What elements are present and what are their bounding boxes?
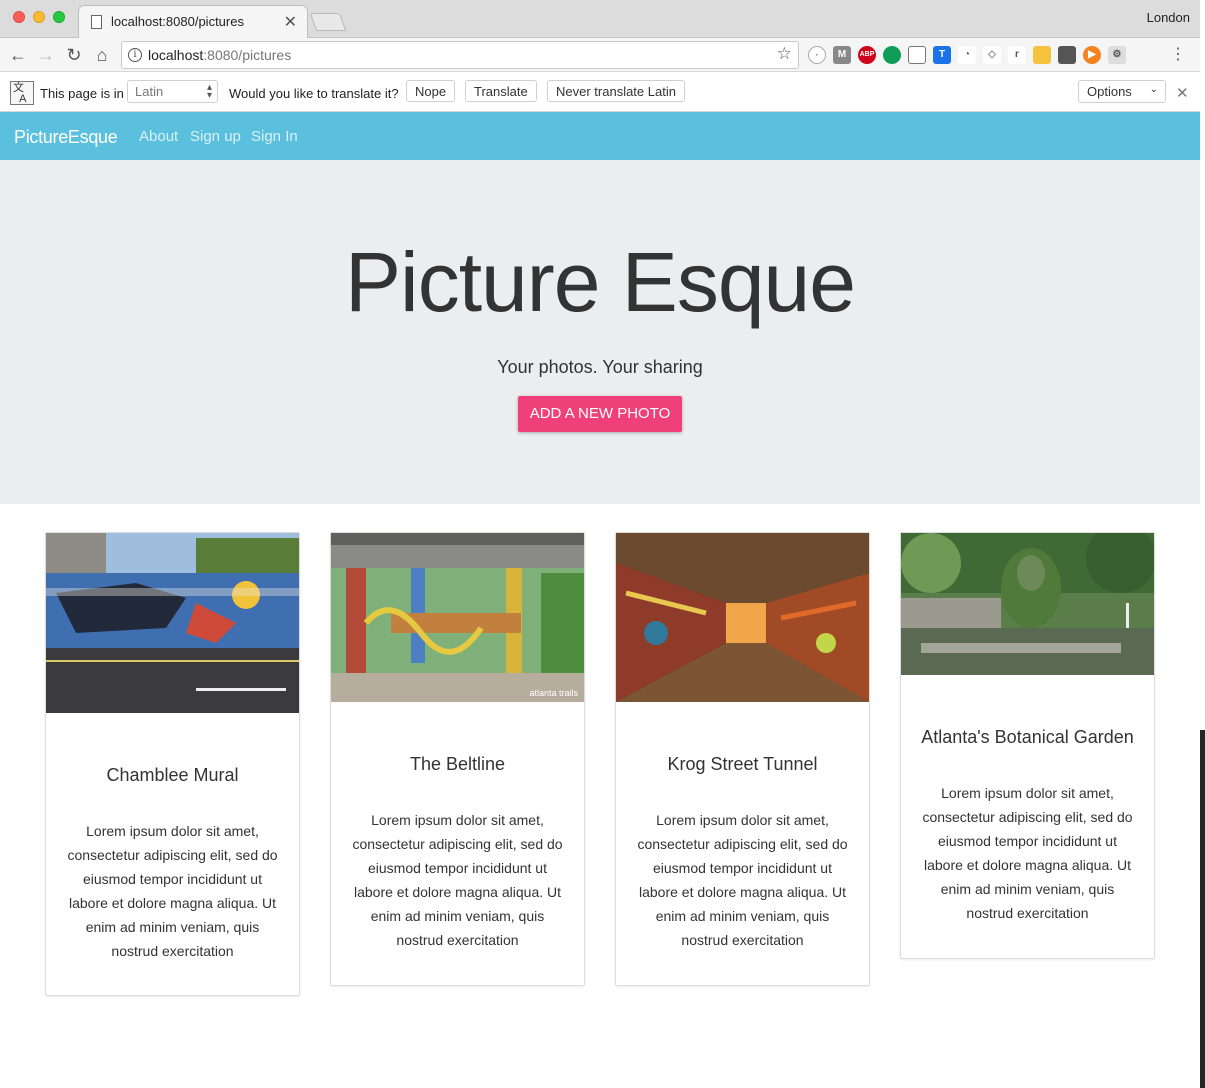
extension-icon[interactable]: · [808,46,826,64]
never-translate-button[interactable]: Never translate Latin [547,80,685,102]
hero-subtitle: Your photos. Your sharing [497,357,703,377]
nope-button[interactable]: Nope [406,80,456,102]
dropbox-icon[interactable]: ◇ [983,46,1001,64]
extensions-area: · M ABP T ◔ ◇ r ▶ ⚙ [808,45,1126,65]
chevron-down-icon: ⌄ [1149,84,1158,95]
translate-icon: 文 A [10,81,34,105]
hangouts-icon[interactable] [883,46,901,64]
home-icon[interactable]: ⌂ [90,43,114,67]
card-title: The Beltline [409,754,506,774]
close-translate-bar-icon[interactable]: ✕ [1176,84,1189,102]
translate-options-select[interactable]: Options ⌄ [1078,80,1166,103]
image-caption: atlanta trails [529,688,578,698]
translate-button[interactable]: Translate [465,80,537,102]
extension-gear-icon[interactable]: ⚙ [1108,46,1126,64]
card-title: Krog Street Tunnel [667,754,818,774]
translate-question: Would you like to translate it? [229,86,399,101]
photo-card: Krog Street Tunnel Lorem ipsum dolor sit… [615,532,870,986]
card-text: Lorem ipsum dolor sit amet, consectetur … [922,785,1133,921]
card-title: Chamblee Mural [106,765,239,785]
card-title: Atlanta's Botanical Garden [921,727,1134,747]
window-minimize-button[interactable] [33,11,45,23]
extension-t-icon[interactable]: T [933,46,951,64]
language-select[interactable]: Latin ▴ ▾ [127,80,218,103]
bookmark-star-icon[interactable]: ☆ [777,44,792,64]
profile-name[interactable]: London [1147,10,1190,25]
back-icon[interactable]: ← [6,43,30,67]
tab-strip: localhost:8080/pictures ✕ London [0,0,1200,39]
nav-sign-in[interactable]: Sign In [251,128,298,145]
select-arrows-icon: ▴ ▾ [206,82,212,101]
hero-title: Picture Esque [345,235,856,329]
address-bar[interactable]: i localhost:8080/pictures ☆ [121,41,799,69]
photo-card: Chamblee Mural Lorem ipsum dolor sit ame… [45,532,300,996]
url-text: localhost:8080/pictures [148,47,292,63]
add-new-photo-button[interactable]: ADD A NEW PHOTO [518,396,682,432]
translate-bar: 文 A This page is in Latin ▴ ▾ Would you l… [0,73,1200,112]
play-icon[interactable]: ▶ [1083,46,1101,64]
close-tab-icon[interactable]: ✕ [284,12,297,32]
extension-yellow-icon[interactable] [1033,46,1051,64]
card-image[interactable] [46,533,299,713]
new-tab-button[interactable] [309,13,347,31]
site-navbar: PictureEsque About Sign up Sign In [0,112,1200,160]
browser-tab[interactable]: localhost:8080/pictures ✕ [78,5,308,39]
card-text: Lorem ipsum dolor sit amet, consectetur … [67,823,278,959]
photo-card: Atlanta's Botanical Garden Lorem ipsum d… [900,532,1155,959]
devtools-edge [1200,0,1205,1088]
photo-card: atlanta trails The Beltline Lorem ipsum … [330,532,585,986]
gmail-icon[interactable]: M [833,46,851,64]
translate-label: This page is in [40,86,124,101]
reload-icon[interactable]: ↻ [62,43,86,67]
extension-dark-icon[interactable] [1058,46,1076,64]
window-close-button[interactable] [13,11,25,23]
window-maximize-button[interactable] [53,11,65,23]
hero-section: Picture Esque Your photos. Your sharing … [0,160,1200,504]
tab-title: localhost:8080/pictures [111,14,244,29]
speed-icon[interactable]: ◔ [958,46,976,64]
card-image[interactable] [901,533,1154,675]
extension-r-icon[interactable]: r [1008,46,1026,64]
card-text: Lorem ipsum dolor sit amet, consectetur … [637,812,848,948]
forward-icon[interactable]: → [34,43,58,67]
browser-toolbar: ← → ↻ ⌂ i localhost:8080/pictures ☆ · M … [0,38,1200,72]
card-image[interactable] [616,533,869,702]
nav-sign-up[interactable]: Sign up [190,128,241,145]
site-info-icon[interactable]: i [128,48,142,62]
brand-logo[interactable]: PictureEsque [14,127,118,148]
adblock-icon[interactable]: ABP [858,46,876,64]
card-image[interactable]: atlanta trails [331,533,584,702]
card-text: Lorem ipsum dolor sit amet, consectetur … [352,812,563,948]
page-icon [91,15,102,29]
browser-menu-icon[interactable]: ⋮ [1170,44,1186,64]
cast-icon[interactable] [908,46,926,64]
nav-about[interactable]: About [139,128,178,145]
browser-window: localhost:8080/pictures ✕ London ← → ↻ ⌂… [0,0,1200,1088]
